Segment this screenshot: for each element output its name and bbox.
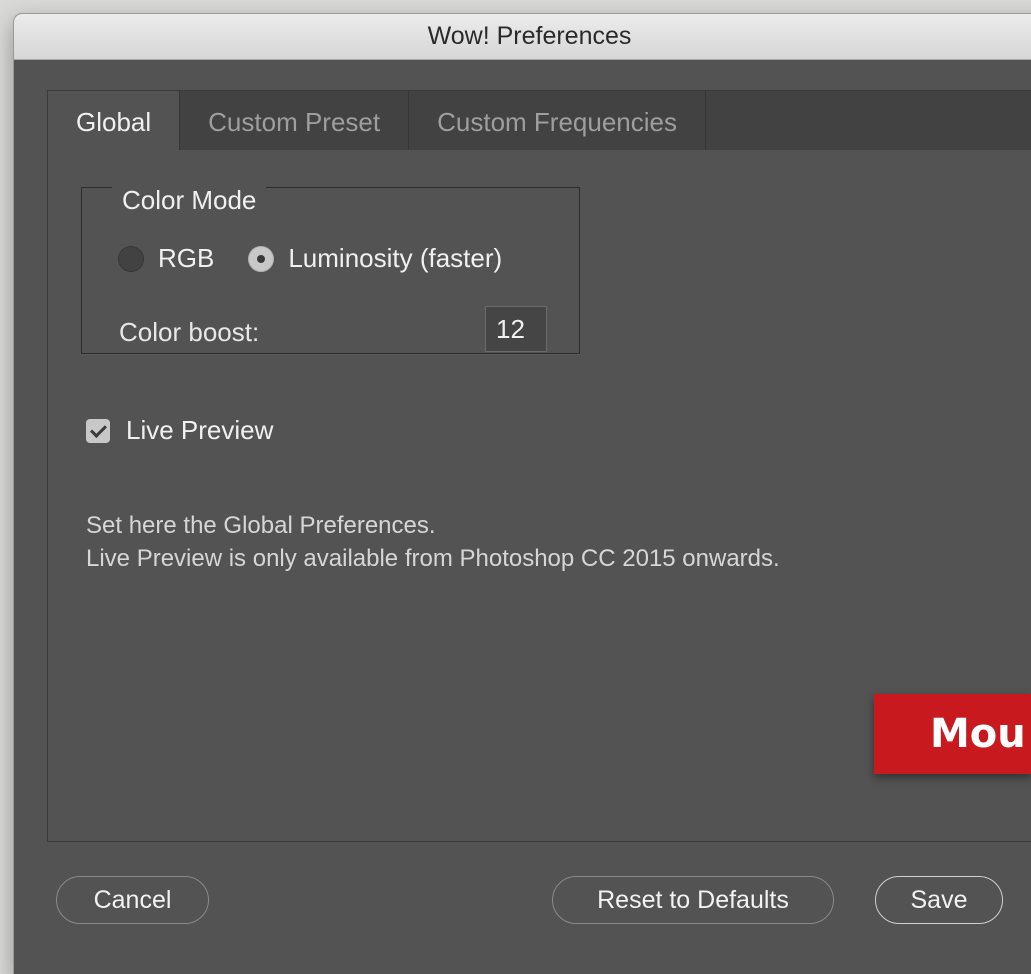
color-mode-title: Color Mode bbox=[112, 185, 267, 216]
live-preview-row: Live Preview bbox=[86, 415, 273, 446]
info-line-2: Live Preview is only available from Phot… bbox=[86, 545, 780, 572]
preferences-dialog: Wow! Preferences Global Custom Preset Cu… bbox=[14, 14, 1031, 974]
color-boost-input[interactable] bbox=[485, 306, 547, 352]
window-title: Wow! Preferences bbox=[427, 22, 632, 50]
cancel-button[interactable]: Cancel bbox=[56, 876, 209, 924]
info-text: Set here the Global Preferences. Live Pr… bbox=[86, 509, 780, 575]
color-mode-options: RGB Luminosity (faster) bbox=[118, 243, 502, 274]
luminosity-radio[interactable] bbox=[248, 245, 275, 272]
luminosity-radio-label[interactable]: Luminosity (faster) bbox=[288, 243, 502, 274]
tab-global[interactable]: Global bbox=[48, 91, 181, 150]
save-button[interactable]: Save bbox=[875, 876, 1003, 924]
tab-custom-frequencies[interactable]: Custom Frequencies bbox=[409, 91, 706, 150]
reset-to-defaults-button[interactable]: Reset to Defaults bbox=[552, 876, 834, 924]
live-preview-label[interactable]: Live Preview bbox=[126, 415, 273, 446]
rgb-radio[interactable] bbox=[118, 245, 144, 272]
live-preview-checkbox[interactable] bbox=[86, 418, 110, 443]
color-boost-label: Color boost: bbox=[119, 317, 260, 347]
watermark-banner: Mou bbox=[874, 694, 1031, 774]
tab-bar: Global Custom Preset Custom Frequencies bbox=[48, 91, 1031, 150]
title-bar: Wow! Preferences bbox=[14, 14, 1031, 60]
info-line-1: Set here the Global Preferences. bbox=[86, 512, 436, 539]
tab-custom-preset[interactable]: Custom Preset bbox=[180, 91, 410, 150]
rgb-radio-label[interactable]: RGB bbox=[158, 243, 214, 274]
